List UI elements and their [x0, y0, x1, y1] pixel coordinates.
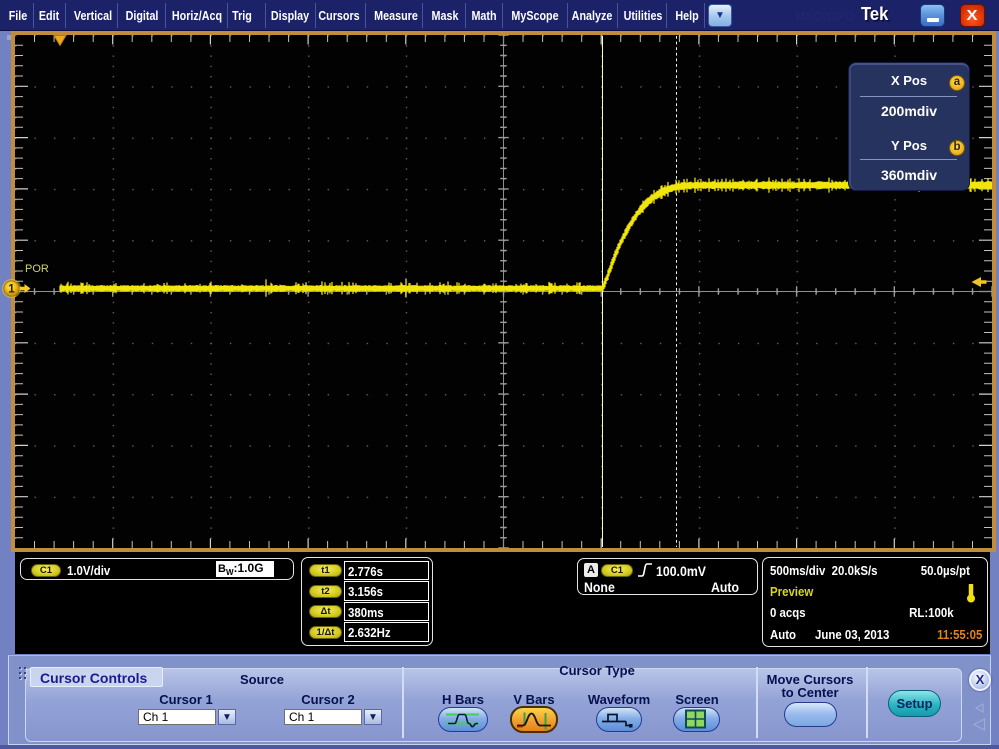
- svg-text:1: 1: [8, 284, 15, 296]
